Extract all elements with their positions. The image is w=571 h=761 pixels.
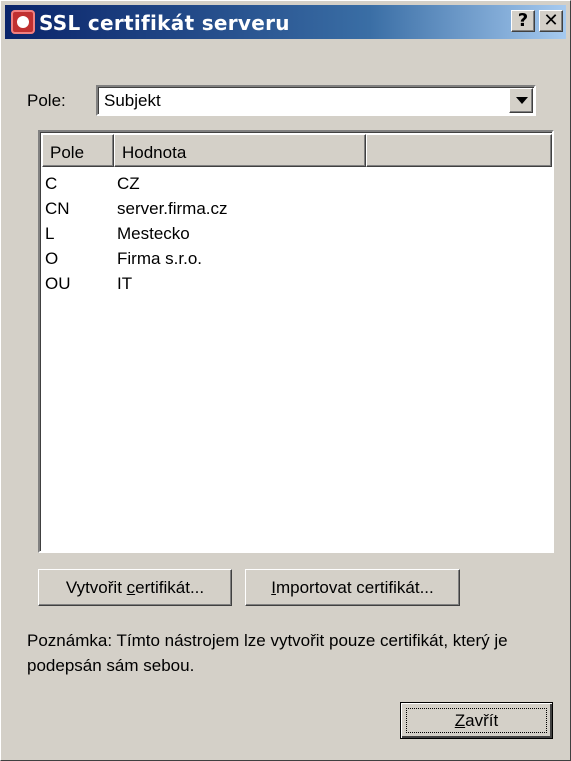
- certificate-app-icon: [11, 10, 35, 34]
- title-bar[interactable]: SSL certifikát serveru ? ✕: [5, 5, 566, 39]
- list-item[interactable]: OU IT: [45, 274, 417, 299]
- close-icon[interactable]: ✕: [539, 10, 563, 32]
- row-value: Mestecko: [117, 224, 190, 243]
- create-label-accesskey: c: [126, 578, 136, 597]
- list-item[interactable]: CN server.firma.cz: [45, 199, 417, 224]
- import-certificate-button[interactable]: Importovat certifikát...: [245, 569, 460, 606]
- import-label-post: mportovat certifikát...: [275, 578, 434, 597]
- focus-rectangle: [406, 708, 547, 733]
- close-button[interactable]: Zavřít: [400, 702, 553, 739]
- window-title: SSL certifikát serveru: [39, 11, 290, 35]
- list-item[interactable]: C CZ: [45, 174, 417, 199]
- column-header-pole[interactable]: Pole: [42, 134, 114, 167]
- list-header: Pole Hodnota: [42, 134, 552, 167]
- column-header-empty[interactable]: [366, 134, 552, 167]
- column-header-hodnota[interactable]: Hodnota: [114, 134, 366, 167]
- list-item[interactable]: O Firma s.r.o.: [45, 249, 417, 274]
- row-value: IT: [117, 274, 133, 293]
- certificate-fields-list[interactable]: Pole Hodnota C CZ CN server.firma.cz L M…: [38, 130, 554, 553]
- row-value: Firma s.r.o.: [117, 249, 203, 268]
- row-field: C: [45, 174, 58, 193]
- row-value: CZ: [117, 174, 140, 193]
- help-button[interactable]: ?: [511, 10, 535, 32]
- ssl-certificate-dialog: SSL certifikát serveru ? ✕ Pole: Subjekt…: [0, 0, 571, 761]
- field-select-value: Subjekt: [104, 91, 161, 110]
- field-select[interactable]: Subjekt: [96, 85, 536, 116]
- row-field: CN: [45, 199, 70, 218]
- create-certificate-button[interactable]: Vytvořit certifikát...: [38, 569, 232, 606]
- create-label-pre: Vytvořit: [65, 578, 127, 597]
- list-rows: C CZ CN server.firma.cz L Mestecko O Fir…: [45, 174, 417, 299]
- row-field: O: [45, 249, 59, 268]
- chevron-down-icon[interactable]: [509, 88, 533, 113]
- row-field: OU: [45, 274, 71, 293]
- note-text: Poznámka: Tímto nástrojem lze vytvořit p…: [27, 631, 508, 675]
- create-label-post: ertifikát...: [135, 578, 205, 597]
- row-field: L: [45, 224, 55, 243]
- field-label: Pole:: [27, 91, 66, 110]
- list-item[interactable]: L Mestecko: [45, 224, 417, 249]
- row-value: server.firma.cz: [117, 199, 228, 218]
